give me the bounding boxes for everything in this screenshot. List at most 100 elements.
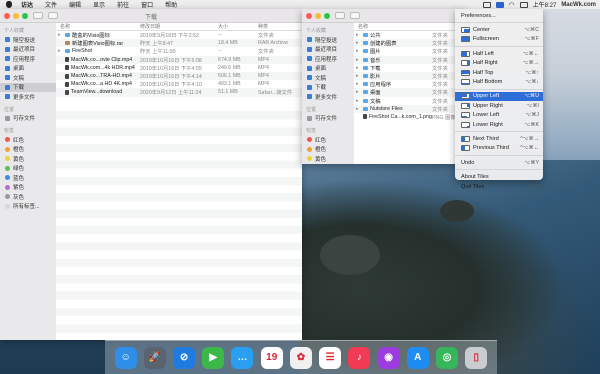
screen-icon[interactable] — [482, 1, 491, 8]
menu-item-half-right[interactable]: Half Right ⌥⌘→ — [455, 59, 543, 68]
disclosure-icon[interactable]: ▸ — [58, 32, 63, 38]
table-row[interactable]: FireShot Ca...k.com_1.png PNG 图像 — [354, 113, 465, 121]
menu-item-center[interactable]: Center ⌥⌘C — [455, 25, 543, 34]
menu-item-fullscreen[interactable]: Fullscreen ⌥⌘F — [455, 35, 543, 44]
sidebar-item[interactable]: 最近项目 — [0, 45, 56, 55]
col-name[interactable]: 名称 — [354, 23, 368, 30]
menu-item-half-left[interactable]: Half Left ⌥⌘← — [455, 49, 543, 58]
table-row[interactable]: 新建图表Visio图标.rar 昨天 上午8:47 18.4 MB RAR Archi… — [56, 39, 302, 48]
close-button[interactable] — [306, 12, 312, 19]
table-row[interactable]: ▸ 公共 文件夹 — [354, 31, 465, 39]
sidebar-tag[interactable]: 灰色 — [0, 192, 56, 202]
menu-item-lower-left[interactable]: Lower Left ⌥⌘J — [455, 111, 543, 120]
launchpad-icon[interactable]: 🚀 — [143, 346, 166, 369]
disclosure-icon[interactable]: ▸ — [356, 73, 361, 79]
table-row[interactable]: MacWk.com...4k HDR.mp4 2019年10月16日 下午4:55… — [56, 63, 302, 72]
col-size[interactable]: 大小 — [218, 23, 258, 30]
apple-icon[interactable] — [6, 1, 12, 8]
sidebar-tag[interactable]: 所有标签... — [0, 202, 56, 212]
menu-item-about-tiles[interactable]: About Tiles — [455, 172, 543, 181]
col-kind[interactable]: 种类 — [258, 23, 298, 30]
sidebar-item[interactable]: 可存文件 — [0, 114, 56, 124]
menu-item-next-third[interactable]: Next Third ^⌥⌘→ — [455, 134, 543, 143]
sidebar-item[interactable]: 最近项目 — [302, 45, 354, 55]
menu-window[interactable]: 窗口 — [135, 0, 159, 9]
clock[interactable]: 上午8:27 — [533, 0, 557, 9]
disclosure-icon[interactable]: ▸ — [356, 98, 361, 104]
sidebar-tag[interactable]: 绿色 — [0, 164, 56, 174]
sidebar-item[interactable]: 隔空投送 — [302, 35, 354, 45]
menu-edit[interactable]: 编辑 — [63, 0, 87, 9]
menu-help[interactable]: 帮助 — [159, 0, 183, 9]
finder-icon[interactable]: ☺ — [114, 346, 137, 369]
sidebar-tag[interactable]: 黄色 — [0, 154, 56, 164]
table-row[interactable]: ▸ 文稿 文件夹 — [354, 97, 465, 105]
trash-icon[interactable]: ▯ — [465, 346, 488, 369]
reminders-icon[interactable]: ☰ — [319, 346, 342, 369]
menu-go[interactable]: 前往 — [111, 0, 135, 9]
sidebar-item[interactable]: 应用程序 — [302, 54, 354, 64]
table-row[interactable]: TeamView...download 2020年9月12日 上午11:24 51.… — [56, 88, 302, 97]
table-row[interactable]: ▸ FireShot 昨天 上午11:00 -- 文件夹 — [56, 47, 302, 56]
calendar-icon[interactable]: 19 — [260, 346, 283, 369]
sidebar-item[interactable]: 文稿 — [0, 73, 56, 83]
disclosure-icon[interactable]: ▸ — [356, 32, 361, 38]
messages-icon[interactable]: … — [231, 346, 254, 369]
table-row[interactable]: ▸ 图片 文件夹 — [354, 47, 465, 55]
disclosure-icon[interactable]: ▸ — [356, 89, 361, 95]
sidebar-item[interactable]: 桌面 — [302, 64, 354, 74]
wifi-icon[interactable]: ◠ — [509, 1, 515, 9]
disclosure-icon[interactable]: ▸ — [356, 106, 361, 112]
sidebar-item[interactable]: 更多文件 — [302, 92, 354, 102]
menu-item-quit-tiles[interactable]: Quit Tiles ⌘Q — [455, 182, 543, 191]
battery-icon[interactable] — [519, 1, 528, 8]
table-row[interactable]: ▸ 音乐 文件夹 — [354, 55, 465, 64]
menu-item-half-bottom[interactable]: Half Bottom ⌥⌘↓ — [455, 77, 543, 86]
sidebar-item[interactable]: 下载 — [302, 83, 354, 93]
menu-item-upper-right[interactable]: Upper Right ⌥⌘I — [455, 101, 543, 110]
music-icon[interactable]: ♪ — [348, 346, 371, 369]
menu-item-undo[interactable]: Undo ⌥⌘Y — [455, 158, 543, 167]
menu-item-half-top[interactable]: Half Top ⌥⌘↑ — [455, 68, 543, 77]
sidebar-item[interactable]: 可存文件 — [302, 114, 354, 124]
appstore-icon[interactable]: A — [406, 346, 429, 369]
table-row[interactable]: ▸ 创建的图表 文件夹 — [354, 39, 465, 48]
tiles-menubar-icon[interactable] — [495, 1, 504, 8]
sidebar-tag[interactable]: 蓝色 — [0, 173, 56, 183]
safari-icon[interactable]: ⊘ — [173, 346, 196, 369]
photos-icon[interactable]: ✿ — [289, 346, 312, 369]
sidebar-item[interactable]: 文稿 — [302, 73, 354, 83]
table-row[interactable]: ▸ 影片 文件夹 — [354, 71, 465, 81]
sidebar-tag[interactable]: 橙色 — [0, 145, 56, 155]
forward-button[interactable] — [350, 12, 360, 19]
table-row[interactable]: ▸ 下载 文件夹 — [354, 64, 465, 72]
col-name[interactable]: 名称 — [56, 23, 140, 30]
minimize-button[interactable] — [315, 12, 321, 19]
disclosure-icon[interactable]: ▸ — [356, 57, 361, 63]
table-row[interactable]: ▸ 桌面 文件夹 — [354, 88, 465, 97]
col-date[interactable]: 修改日期 — [140, 23, 218, 30]
menu-item-lower-right[interactable]: Lower Right ⌥⌘K — [455, 120, 543, 129]
menu-file[interactable]: 文件 — [39, 0, 63, 9]
sidebar-tag[interactable]: 黄色 — [302, 154, 354, 164]
sidebar-tag[interactable]: 紫色 — [0, 183, 56, 193]
menu-item-upper-left[interactable]: Upper Left ⌥⌘U — [455, 91, 543, 102]
table-row[interactable]: MacWk.co...a HD 4K.mp4 2019年10月16日 下午4:10… — [56, 80, 302, 89]
sidebar-item[interactable]: 更多文件 — [0, 92, 56, 102]
menu-item-preferences[interactable]: Preferences... — [455, 11, 543, 20]
disclosure-icon[interactable]: ▸ — [58, 48, 63, 54]
sidebar-item[interactable]: 桌面 — [0, 64, 56, 74]
sidebar-item[interactable]: 下载 — [0, 82, 56, 92]
podcasts-icon[interactable]: ◉ — [377, 346, 400, 369]
disclosure-icon[interactable]: ▸ — [356, 40, 361, 46]
facetime-icon[interactable]: ▶ — [202, 346, 225, 369]
disclosure-icon[interactable]: ▸ — [356, 81, 361, 87]
disclosure-icon[interactable]: ▸ — [356, 48, 361, 54]
sidebar-tag[interactable]: 红色 — [302, 135, 354, 145]
disclosure-icon[interactable]: ▸ — [356, 65, 361, 71]
menu-finder[interactable]: 访达 — [15, 0, 39, 9]
sidebar-tag[interactable]: 红色 — [0, 135, 56, 145]
zoom-button[interactable] — [324, 12, 330, 19]
table-row[interactable]: ▸ 应用程序 文件夹 — [354, 80, 465, 88]
table-row[interactable]: ▸ Nutstore Files 文件夹 — [354, 104, 465, 113]
